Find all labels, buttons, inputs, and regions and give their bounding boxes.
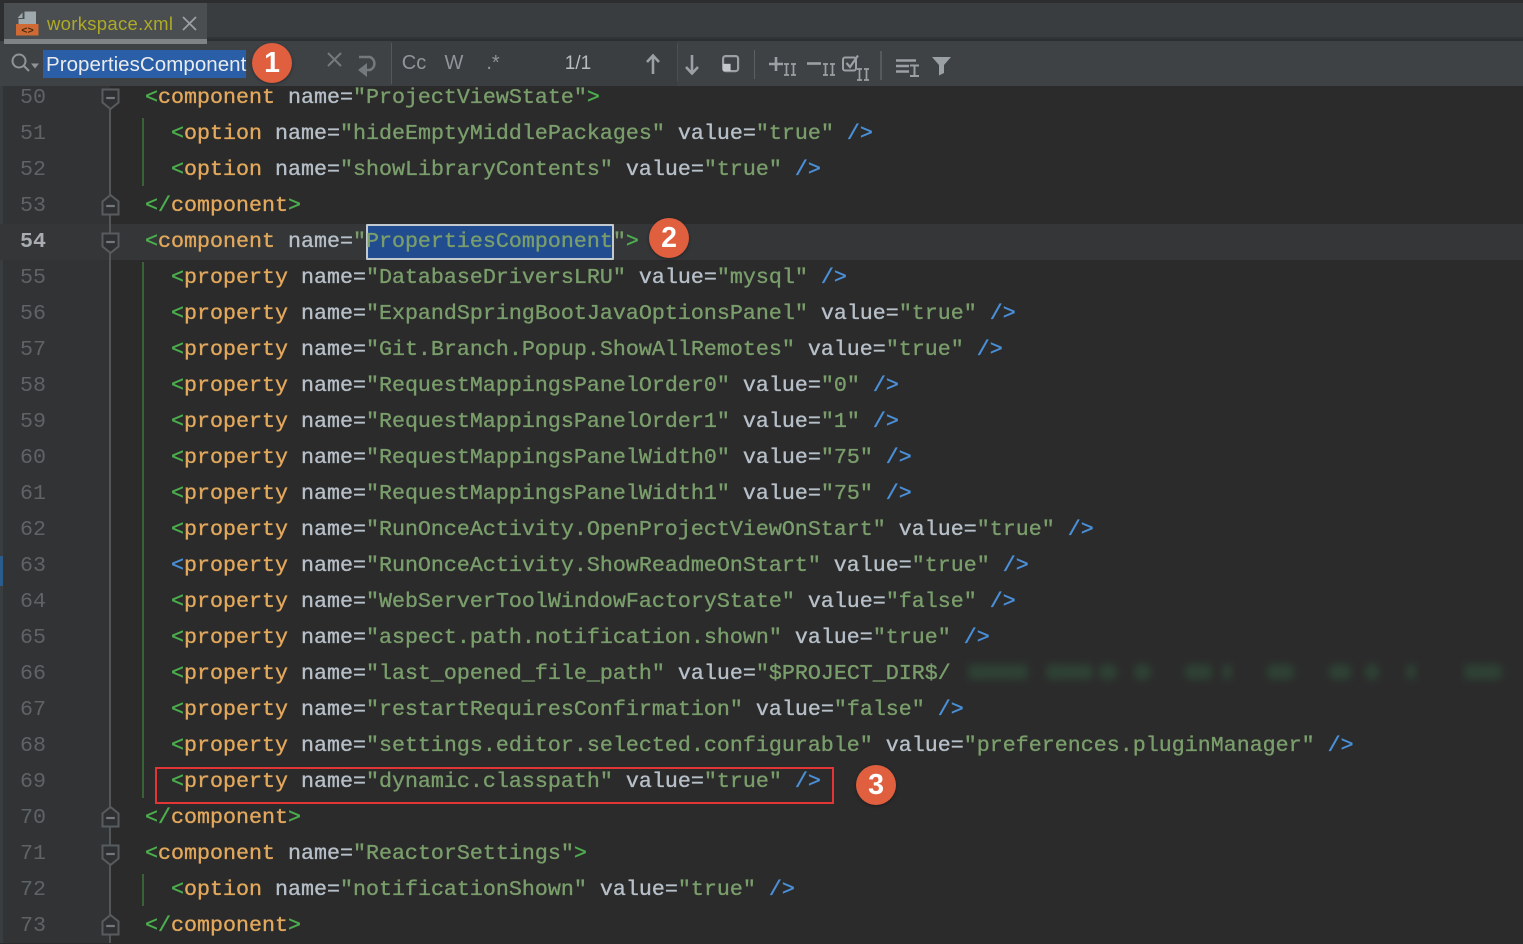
svg-text:<>: <> [21,26,34,37]
